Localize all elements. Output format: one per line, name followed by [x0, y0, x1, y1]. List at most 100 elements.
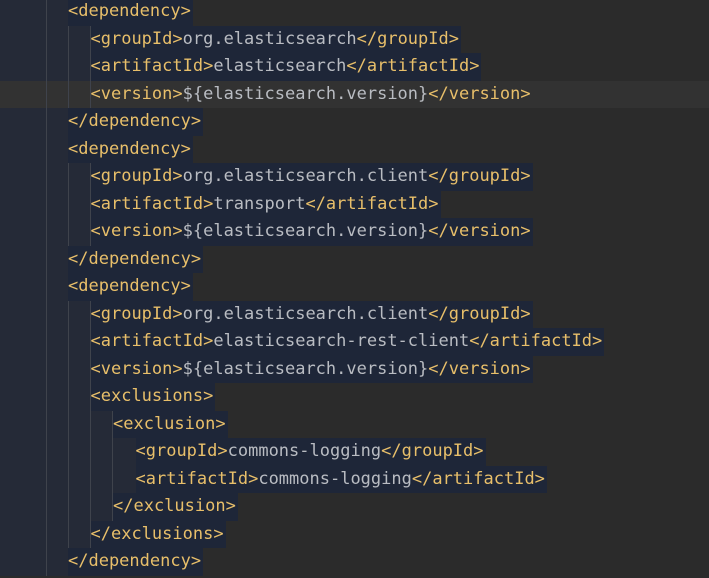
code-text: <artifactId>commons-logging</artifactId>	[135, 465, 547, 493]
indent-guide	[46, 355, 47, 383]
indent-guide	[46, 465, 47, 493]
code-text: <version>${elasticsearch.version}</versi…	[91, 81, 533, 109]
code-line[interactable]: </exclusions>	[0, 520, 709, 548]
xml-close-tag: </groupId>	[428, 166, 531, 186]
code-line[interactable]: <groupId>org.elasticsearch.client</group…	[0, 300, 709, 328]
indent-guide	[46, 328, 47, 356]
xml-close-tag: </artifactId>	[346, 56, 480, 76]
code-line[interactable]: <exclusion>	[0, 410, 709, 438]
xml-text-value: ${elasticsearch.version}	[182, 221, 429, 241]
indent-guide	[68, 300, 69, 328]
indent-guide	[46, 190, 47, 218]
code-line[interactable]: <groupId>org.elasticsearch.client</group…	[0, 163, 709, 191]
indent-guide	[112, 438, 113, 466]
indent-guide	[46, 245, 47, 273]
xml-open-tag: <version>	[90, 221, 183, 241]
xml-close-tag: </groupId>	[356, 28, 459, 49]
indent-guide	[68, 80, 69, 108]
code-text: </dependency>	[68, 108, 204, 136]
xml-open-tag: <groupId>	[90, 166, 183, 186]
xml-close-tag: </version>	[428, 358, 531, 379]
indent-guide	[68, 53, 69, 81]
xml-open-tag: </dependency>	[68, 111, 202, 131]
indent-area	[0, 273, 68, 301]
code-text: <version>${elasticsearch.version}</versi…	[90, 355, 533, 383]
code-line[interactable]: <exclusions>	[0, 383, 709, 411]
code-line[interactable]: </dependency>	[0, 245, 709, 273]
code-line[interactable]: <artifactId>transport</artifactId>	[0, 190, 709, 218]
code-line[interactable]: <artifactId>elasticsearch-rest-client</a…	[0, 328, 709, 356]
indent-guide	[46, 80, 47, 108]
indent-guide	[46, 53, 47, 81]
indent-guide	[46, 438, 47, 466]
xml-open-tag: <exclusions>	[90, 386, 214, 406]
indent-area	[0, 548, 68, 576]
indent-area	[0, 245, 68, 273]
code-line[interactable]: <version>${elasticsearch.version}</versi…	[0, 218, 709, 246]
indent-guide	[46, 135, 47, 163]
indent-guide	[68, 355, 69, 383]
code-line[interactable]: <dependency>	[0, 0, 709, 26]
xml-open-tag: <artifactId>	[90, 331, 214, 351]
xml-open-tag: <exclusion>	[113, 413, 226, 434]
code-line[interactable]: <groupId>org.elasticsearch</groupId>	[0, 25, 709, 53]
xml-close-tag: </artifactId>	[411, 468, 545, 489]
indent-guide	[46, 273, 47, 301]
indent-guide	[68, 438, 69, 466]
code-line[interactable]: <dependency>	[0, 273, 709, 301]
xml-close-tag: </artifactId>	[469, 331, 603, 351]
xml-open-tag: </dependency>	[68, 248, 202, 269]
xml-open-tag: </exclusions>	[90, 523, 224, 544]
code-line[interactable]: </dependency>	[0, 108, 709, 136]
xml-text-value: elasticsearch	[213, 56, 347, 76]
xml-text-value: commons-logging	[227, 441, 382, 461]
code-text: <dependency>	[68, 273, 193, 301]
indent-guide	[46, 410, 47, 438]
xml-open-tag: </dependency>	[68, 551, 202, 571]
xml-open-tag: <version>	[90, 358, 183, 379]
xml-text-value: transport	[213, 193, 306, 214]
indent-guide	[46, 493, 47, 521]
indent-guide	[68, 383, 69, 411]
code-line[interactable]: </dependency>	[0, 548, 709, 576]
indent-area	[0, 108, 68, 136]
code-text: </exclusion>	[113, 493, 238, 521]
indent-guide	[112, 465, 113, 493]
indent-guide	[68, 493, 69, 521]
xml-text-value: ${elasticsearch.version}	[182, 83, 429, 104]
indent-guide	[46, 300, 47, 328]
xml-text-value: org.elasticsearch.client	[182, 303, 429, 324]
xml-text-value: commons-logging	[258, 468, 412, 489]
code-text: <exclusion>	[113, 410, 228, 438]
code-line[interactable]: <artifactId>commons-logging</artifactId>	[0, 465, 709, 493]
xml-open-tag: <dependency>	[68, 1, 191, 21]
code-text: <artifactId>transport</artifactId>	[90, 190, 441, 218]
indent-guide	[46, 218, 47, 246]
indent-guide	[46, 520, 47, 548]
code-text: <groupId>org.elasticsearch.client</group…	[90, 163, 533, 191]
xml-close-tag: </artifactId>	[305, 193, 439, 214]
code-line[interactable]: <artifactId>elasticsearch</artifactId>	[0, 53, 709, 81]
xml-open-tag: <dependency>	[68, 138, 191, 159]
xml-text-value: org.elasticsearch.client	[182, 166, 429, 186]
indent-guide	[46, 0, 47, 26]
indent-guide	[68, 190, 69, 218]
code-text: <dependency>	[68, 135, 193, 163]
indent-guide	[90, 438, 91, 466]
xml-open-tag: </exclusion>	[113, 496, 236, 516]
code-line[interactable]: <groupId>commons-logging</groupId>	[0, 438, 709, 466]
code-line[interactable]: </exclusion>	[0, 493, 709, 521]
indent-guide	[68, 163, 69, 191]
indent-guide	[90, 410, 91, 438]
code-line[interactable]: <dependency>	[0, 135, 709, 163]
indent-guide	[90, 465, 91, 493]
indent-guide	[46, 383, 47, 411]
indent-guide	[46, 548, 47, 576]
xml-close-tag: </groupId>	[428, 303, 531, 324]
indent-guide	[46, 163, 47, 191]
xml-text-value: elasticsearch-rest-client	[213, 331, 470, 351]
code-editor[interactable]: <dependency> <groupId>org.elasticsearch</…	[0, 0, 709, 578]
xml-close-tag: </version>	[428, 221, 531, 241]
code-line[interactable]: <version>${elasticsearch.version}</versi…	[0, 80, 709, 109]
code-line[interactable]: <version>${elasticsearch.version}</versi…	[0, 355, 709, 383]
